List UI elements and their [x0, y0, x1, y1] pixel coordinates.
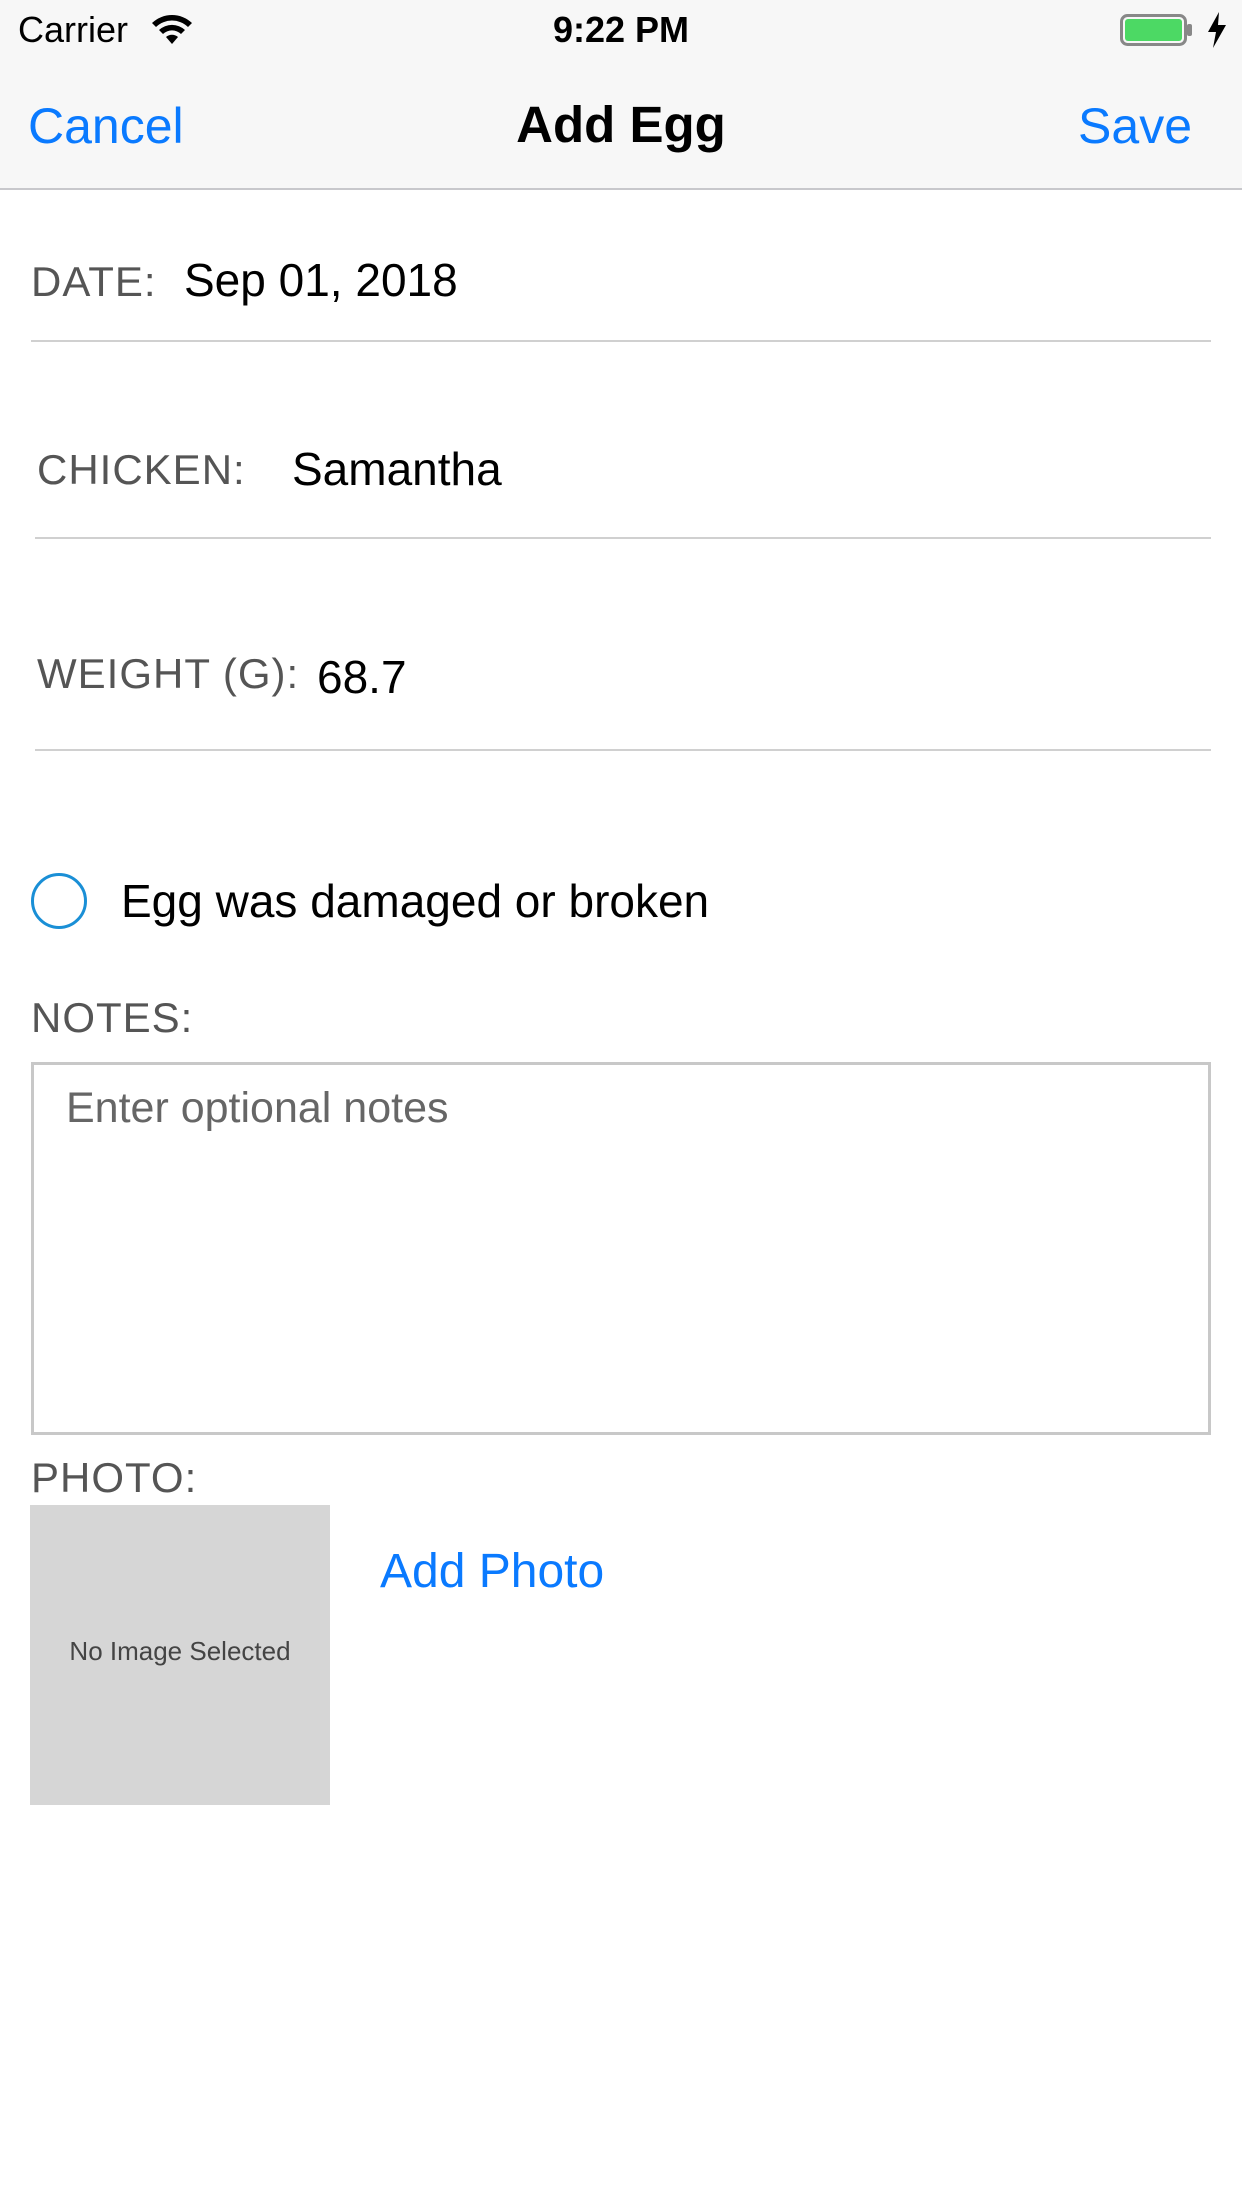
charging-bolt-icon — [1208, 12, 1226, 48]
date-divider — [31, 340, 1211, 342]
damaged-label[interactable]: Egg was damaged or broken — [121, 874, 709, 928]
notes-placeholder: Enter optional notes — [66, 1084, 449, 1132]
date-label: DATE: — [31, 258, 157, 305]
save-button[interactable]: Save — [1078, 98, 1192, 154]
chicken-label: CHICKEN: — [37, 446, 246, 493]
weight-label: WEIGHT (G): — [37, 650, 300, 697]
damaged-radio-button[interactable] — [31, 873, 87, 929]
chicken-divider — [35, 537, 1211, 539]
navigation-bar: Carrier 9:22 PM Cancel Add Egg Save — [0, 0, 1242, 190]
page-title: Add Egg — [516, 96, 726, 153]
status-time: 9:22 PM — [552, 9, 690, 50]
photo-label: PHOTO: — [31, 1454, 198, 1501]
date-field[interactable]: Sep 01, 2018 — [184, 253, 458, 307]
add-photo-button[interactable]: Add Photo — [380, 1544, 604, 1600]
notes-textarea[interactable]: Enter optional notes — [31, 1062, 1211, 1435]
chicken-field[interactable]: Samantha — [292, 442, 502, 496]
photo-preview: No Image Selected — [30, 1505, 330, 1805]
weight-field[interactable]: 68.7 — [317, 650, 407, 704]
notes-label: NOTES: — [31, 994, 194, 1041]
weight-divider — [35, 749, 1211, 751]
no-image-text: No Image Selected — [69, 1636, 291, 1666]
battery-icon — [1120, 14, 1192, 46]
